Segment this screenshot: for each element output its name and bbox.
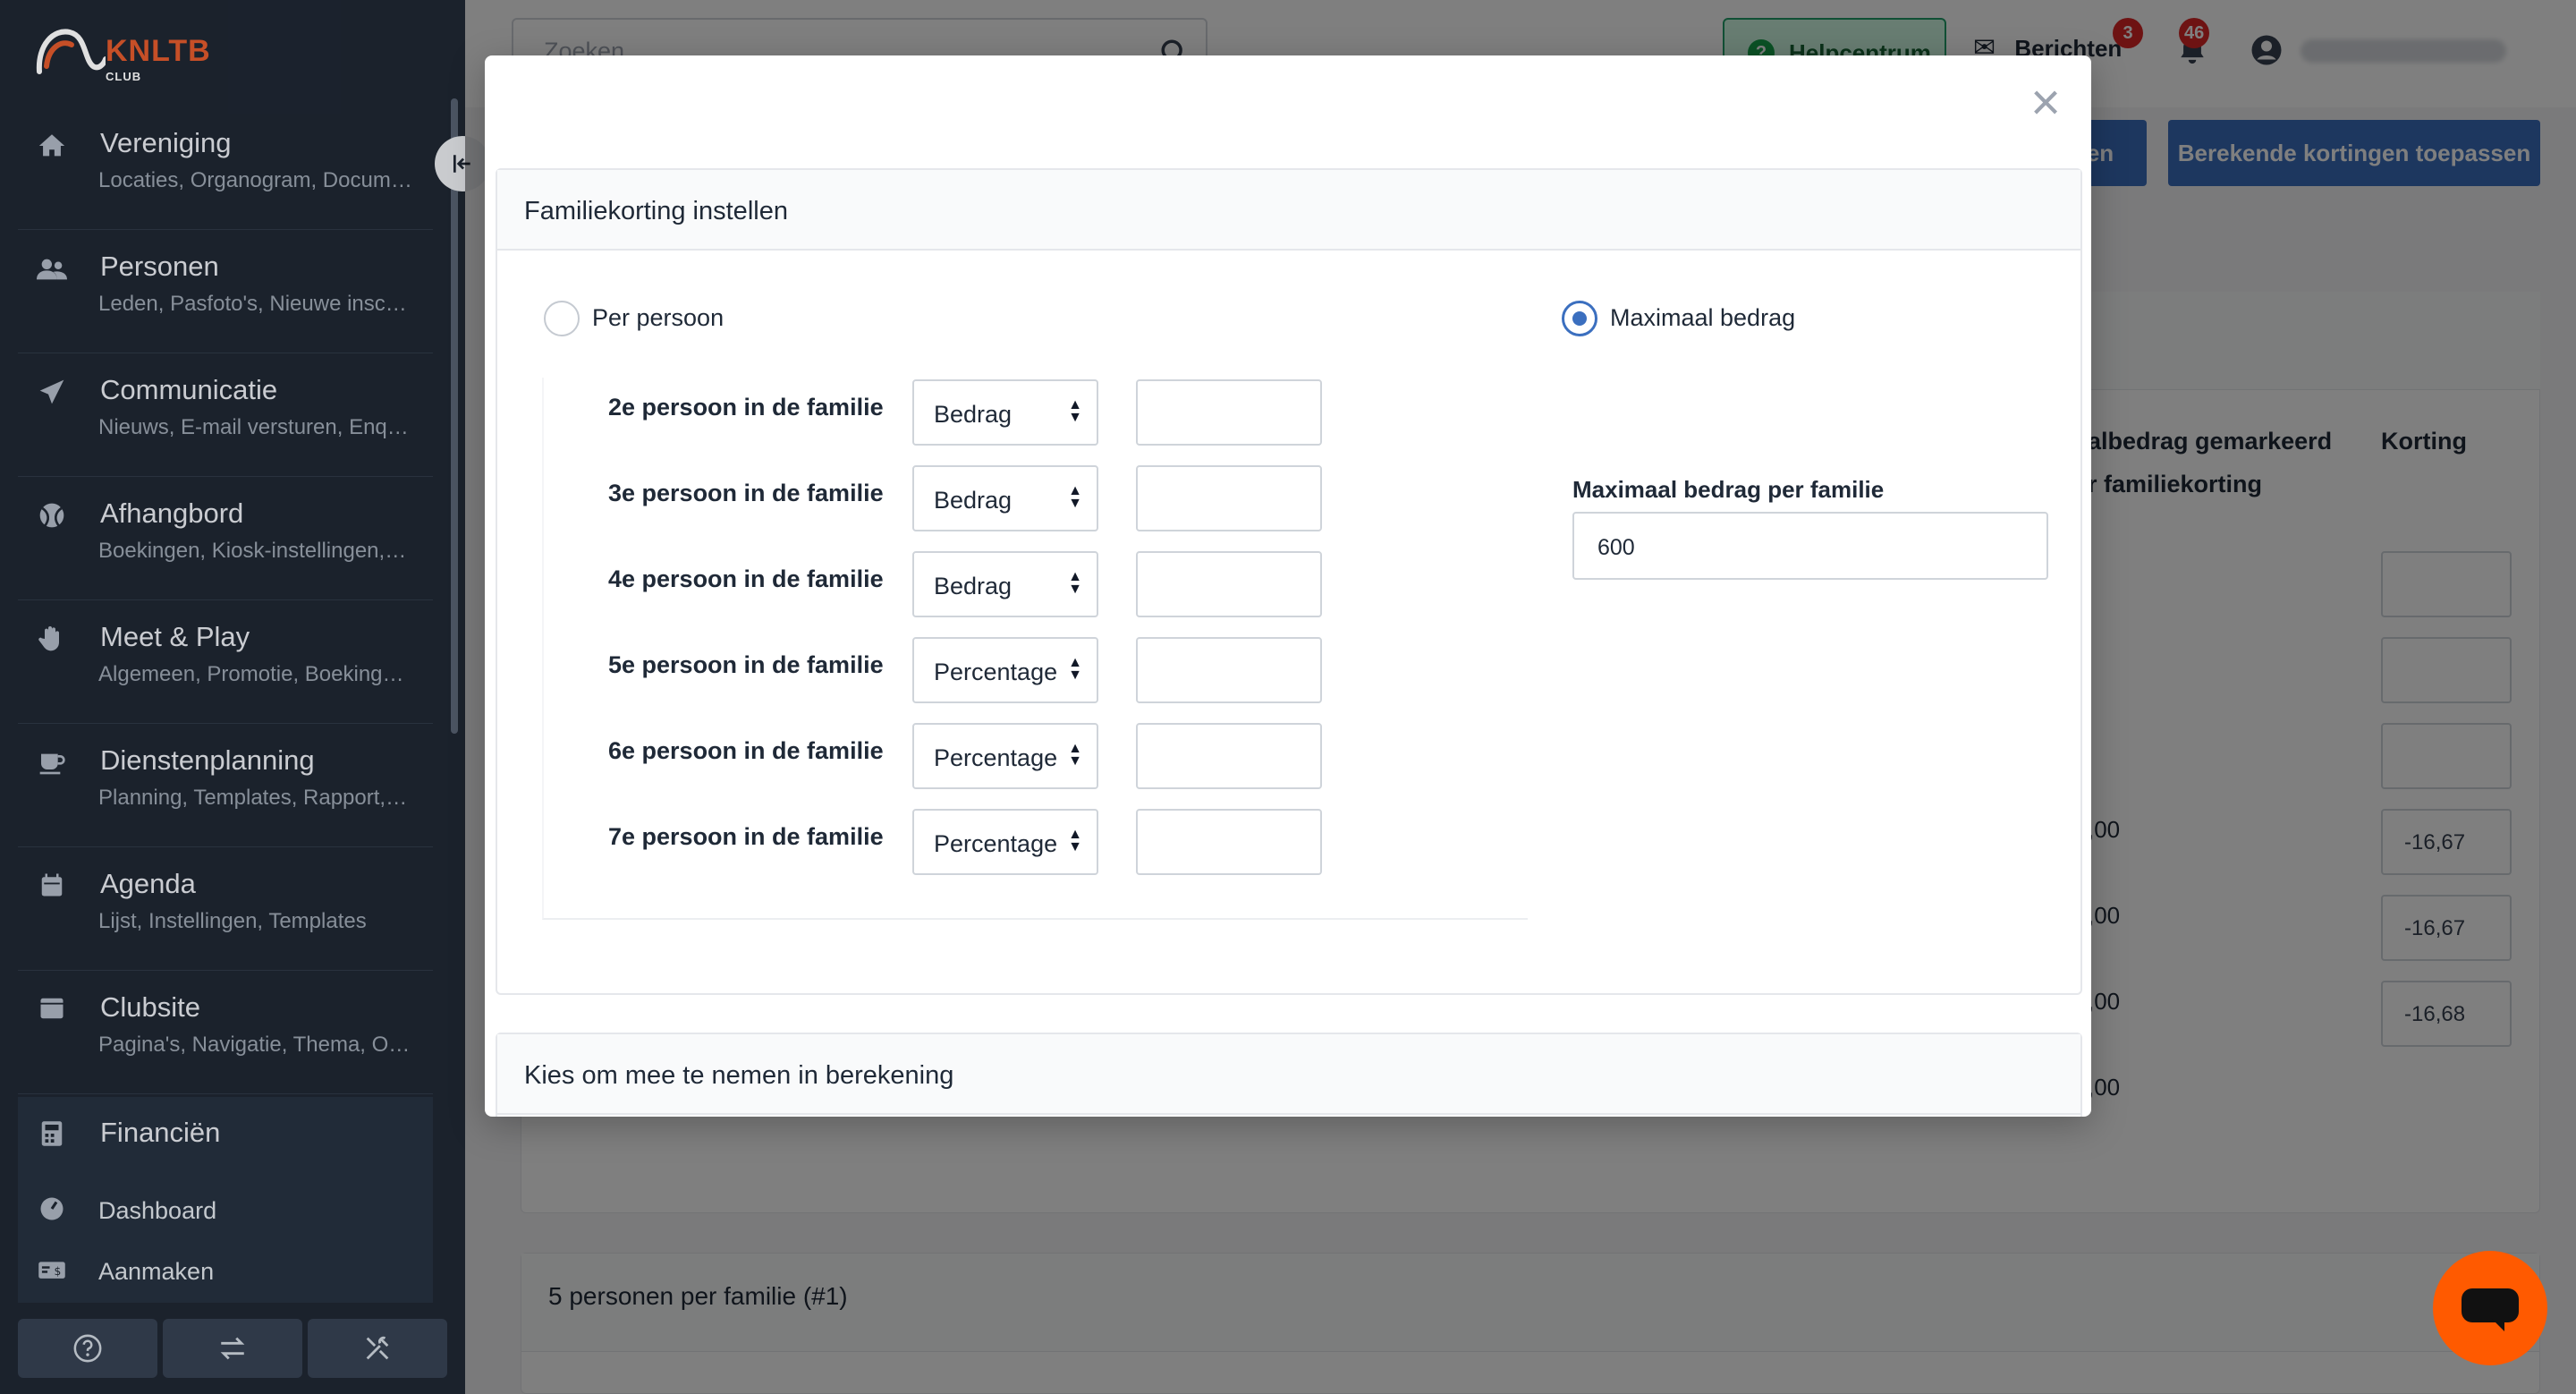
family-discount-modal: × Familiekorting instellen Per persoon M…	[485, 55, 2091, 1117]
type-select-5e[interactable]: Percentage ▲ ▼	[912, 637, 1098, 703]
sidebar-dim	[0, 0, 465, 1394]
select-updown-icon: ▲ ▼	[1068, 655, 1082, 683]
row-label-6e: 6e persoon in de familie	[608, 737, 884, 764]
panel-title: Familiekorting instellen	[497, 170, 2080, 251]
select-value: Percentage	[934, 659, 1058, 685]
row-label-3e: 3e persoon in de familie	[608, 480, 884, 506]
select-value: Percentage	[934, 744, 1058, 771]
radio-max-amount[interactable]	[1562, 301, 1597, 336]
radio-per-person[interactable]	[544, 301, 580, 336]
select-updown-icon: ▲ ▼	[1068, 397, 1082, 425]
row-label-4e: 4e persoon in de familie	[608, 565, 884, 592]
select-updown-icon: ▲ ▼	[1068, 741, 1082, 769]
select-value: Percentage	[934, 830, 1058, 857]
select-updown-icon: ▲ ▼	[1068, 569, 1082, 597]
chat-support-button[interactable]	[2433, 1251, 2547, 1365]
select-value: Bedrag	[934, 487, 1013, 514]
value-input-6e[interactable]	[1136, 723, 1322, 789]
select-updown-icon: ▲ ▼	[1068, 827, 1082, 854]
value-input-5e[interactable]	[1136, 637, 1322, 703]
row-label-2e: 2e persoon in de familie	[608, 394, 884, 421]
row-label-7e: 7e persoon in de familie	[608, 823, 884, 850]
select-value: Bedrag	[934, 573, 1013, 599]
close-icon[interactable]: ×	[2030, 72, 2061, 134]
type-select-3e[interactable]: Bedrag ▲ ▼	[912, 465, 1098, 531]
type-select-6e[interactable]: Percentage ▲ ▼	[912, 723, 1098, 789]
value-input-4e[interactable]	[1136, 551, 1322, 617]
max-amount-input[interactable]: 600	[1572, 512, 2048, 580]
type-select-7e[interactable]: Percentage ▲ ▼	[912, 809, 1098, 875]
max-amount-field-label: Maximaal bedrag per familie	[1572, 476, 1885, 503]
panel2-title: Kies om mee te nemen in berekening	[497, 1034, 2080, 1115]
value-input-7e[interactable]	[1136, 809, 1322, 875]
family-discount-panel: Familiekorting instellen Per persoon Max…	[496, 168, 2082, 995]
type-select-4e[interactable]: Bedrag ▲ ▼	[912, 551, 1098, 617]
value-input-3e[interactable]	[1136, 465, 1322, 531]
radio-max-amount-label[interactable]: Maximaal bedrag	[1610, 304, 1795, 332]
chat-bubble-tail	[2492, 1319, 2504, 1331]
radio-per-person-label[interactable]: Per persoon	[592, 304, 724, 332]
row-label-5e: 5e persoon in de familie	[608, 651, 884, 678]
calculation-selection-panel: Kies om mee te nemen in berekening	[496, 1033, 2082, 1117]
chat-bubble-icon	[2462, 1288, 2519, 1322]
select-updown-icon: ▲ ▼	[1068, 483, 1082, 511]
type-select-2e[interactable]: Bedrag ▲ ▼	[912, 379, 1098, 446]
value-input-2e[interactable]	[1136, 379, 1322, 446]
select-value: Bedrag	[934, 401, 1013, 428]
